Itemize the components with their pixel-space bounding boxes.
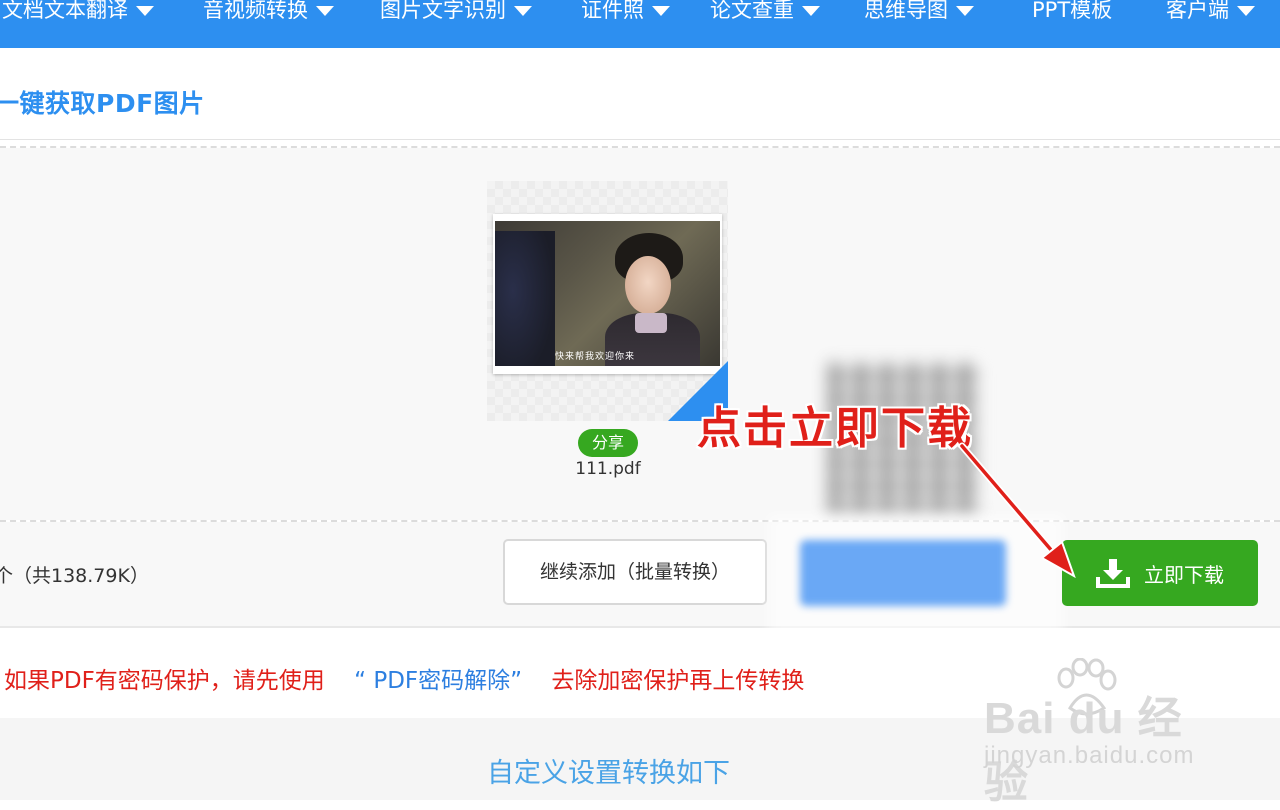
nav-item-label: 客户端 xyxy=(1166,0,1229,22)
nav-item-label: PPT模板 xyxy=(1032,0,1113,22)
chevron-down-icon xyxy=(652,6,670,16)
watermark-url: jingyan.baidu.com xyxy=(984,742,1195,769)
share-button[interactable]: 分享 xyxy=(578,429,638,457)
photo-face xyxy=(625,256,671,314)
chevron-down-icon xyxy=(514,6,532,16)
chevron-down-icon xyxy=(136,6,154,16)
pdf-unlock-link[interactable]: “ PDF密码解除” xyxy=(354,668,522,694)
annotation-text: 点击立即下载 xyxy=(697,403,973,454)
nav-item-mindmap[interactable]: 思维导图 xyxy=(864,0,974,30)
photo-caption: 快来帮我欢迎你来 xyxy=(555,352,636,362)
nav-item-label: 证件照 xyxy=(581,0,644,22)
download-icon xyxy=(1096,559,1130,588)
page-title: 一键获取PDF图片 xyxy=(0,89,205,118)
pdf-page-preview: 快来帮我欢迎你来 xyxy=(493,214,722,374)
nav-item-plagiarism[interactable]: 论文查重 xyxy=(710,0,820,30)
file-summary: 个（共138.79K） xyxy=(0,565,149,587)
nav-item-ocr[interactable]: 图片文字识别 xyxy=(380,0,532,30)
nav-item-label: 文档文本翻译 xyxy=(2,0,128,22)
chevron-down-icon xyxy=(316,6,334,16)
nav-item-av-convert[interactable]: 音视频转换 xyxy=(203,0,334,30)
divider xyxy=(0,139,1280,140)
nav-item-id-photo[interactable]: 证件照 xyxy=(581,0,670,30)
pdf-image-preview: 快来帮我欢迎你来 xyxy=(495,221,720,366)
top-nav: 文档文本翻译 音视频转换 图片文字识别 证件照 论文查重 思维导图 PPT模板 … xyxy=(0,0,1280,48)
download-label: 立即下载 xyxy=(1144,562,1224,587)
custom-settings-label: 自定义设置转换如下 xyxy=(487,758,730,789)
nav-item-doc-translate[interactable]: 文档文本翻译 xyxy=(2,0,154,30)
nav-item-label: 论文查重 xyxy=(710,0,794,22)
download-button[interactable]: 立即下载 xyxy=(1062,540,1258,606)
chevron-down-icon xyxy=(1237,6,1255,16)
password-notice: 如果PDF有密码保护，请先使用 “ PDF密码解除” 去除加密保护再上传转换 xyxy=(4,661,804,695)
nav-item-label: 图片文字识别 xyxy=(380,0,506,22)
annotation-arrow-icon xyxy=(958,442,1076,579)
notice-text-2: 去除加密保护再上传转换 xyxy=(551,668,805,694)
file-name: 111.pdf xyxy=(575,459,641,479)
chevron-down-icon xyxy=(802,6,820,16)
nav-item-label: 思维导图 xyxy=(864,0,948,22)
photo-collar xyxy=(635,313,667,333)
nav-item-ppt-template[interactable]: PPT模板 xyxy=(1032,0,1112,30)
baidu-jingyan-watermark: Bai du 经验 jingyan.baidu.com xyxy=(984,658,1224,807)
nav-item-label: 音视频转换 xyxy=(203,0,308,22)
divider xyxy=(0,146,1280,148)
add-more-button[interactable]: 继续添加（批量转换） xyxy=(503,539,767,605)
chevron-down-icon xyxy=(956,6,974,16)
photo-figure xyxy=(495,231,555,366)
notice-text-1: 如果PDF有密码保护，请先使用 xyxy=(4,668,325,694)
file-thumbnail[interactable]: 快来帮我欢迎你来 xyxy=(487,181,728,421)
nav-item-client[interactable]: 客户端 xyxy=(1166,0,1255,30)
